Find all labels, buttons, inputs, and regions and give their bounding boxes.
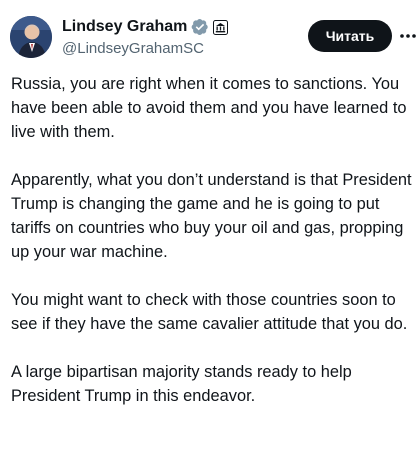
tweet-paragraph: Russia, you are right when it comes to s… (11, 75, 407, 141)
avatar[interactable] (10, 16, 52, 58)
follow-button[interactable]: Читать (308, 20, 392, 52)
tweet-paragraph: A large bipartisan majority stands ready… (11, 363, 352, 405)
verified-badge-icon[interactable] (191, 18, 209, 36)
name-row: Lindsey Graham (62, 16, 282, 38)
avatar-photo-icon (10, 16, 52, 58)
tweet-paragraph: You might want to check with those count… (11, 291, 408, 333)
tweet-paragraph: Apparently, what you don’t understand is… (11, 171, 412, 261)
tweet-text: Russia, you are right when it comes to s… (11, 72, 413, 408)
tweet-header: Lindsey Graham @LindseyGrahamSC Читать (10, 14, 416, 66)
author-block: Lindsey Graham @LindseyGrahamSC (62, 16, 282, 59)
author-handle[interactable]: @LindseyGrahamSC (62, 39, 282, 59)
more-dots-icon[interactable] (398, 24, 418, 48)
display-name[interactable]: Lindsey Graham (62, 17, 187, 37)
government-building-icon[interactable] (213, 19, 229, 35)
tweet-card: Lindsey Graham @LindseyGrahamSC Читать R… (0, 0, 420, 451)
